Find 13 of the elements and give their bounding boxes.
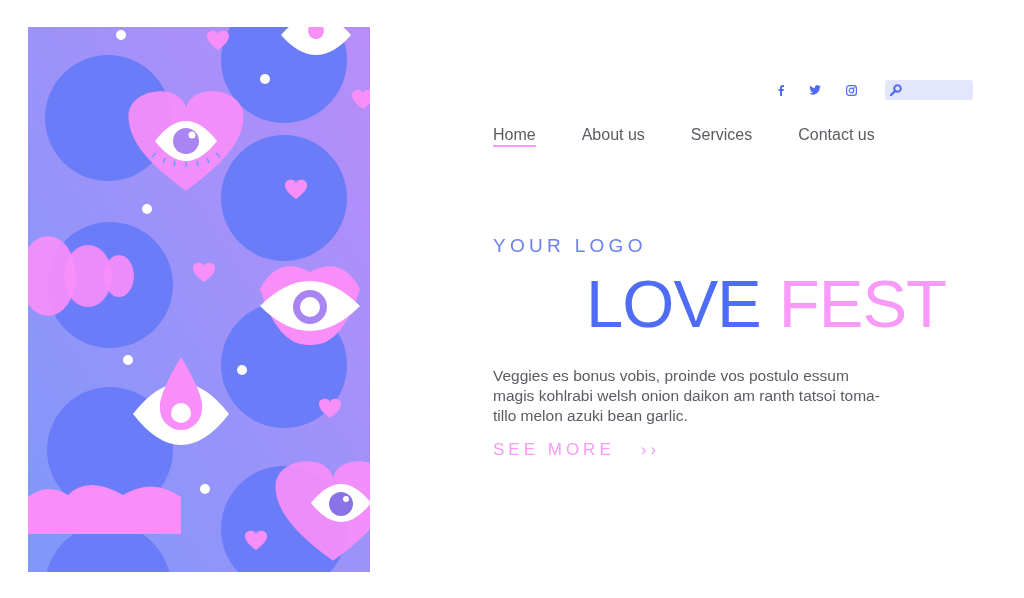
facebook-icon[interactable]	[778, 84, 784, 96]
search-field[interactable]	[885, 80, 973, 100]
body-text: Veggies es bonus vobis, proinde vos postulo essum magis kohlrabi welsh onion daikon am ranth tatsoi toma- tillo melon azuki bean garlic.	[493, 366, 881, 426]
nav-link[interactable]: About us	[581, 126, 645, 147]
title-word: FEST	[778, 265, 946, 343]
twitter-icon[interactable]	[809, 85, 821, 95]
nav-link[interactable]: Home	[493, 126, 536, 147]
logo-text: YOUR LOGO	[493, 235, 648, 257]
nav-link[interactable]: Services	[690, 126, 753, 147]
instagram-icon[interactable]	[846, 84, 857, 96]
nav-link[interactable]: Contact us	[798, 126, 875, 147]
search-icon	[890, 84, 902, 96]
title-word: LOVE	[586, 265, 761, 343]
